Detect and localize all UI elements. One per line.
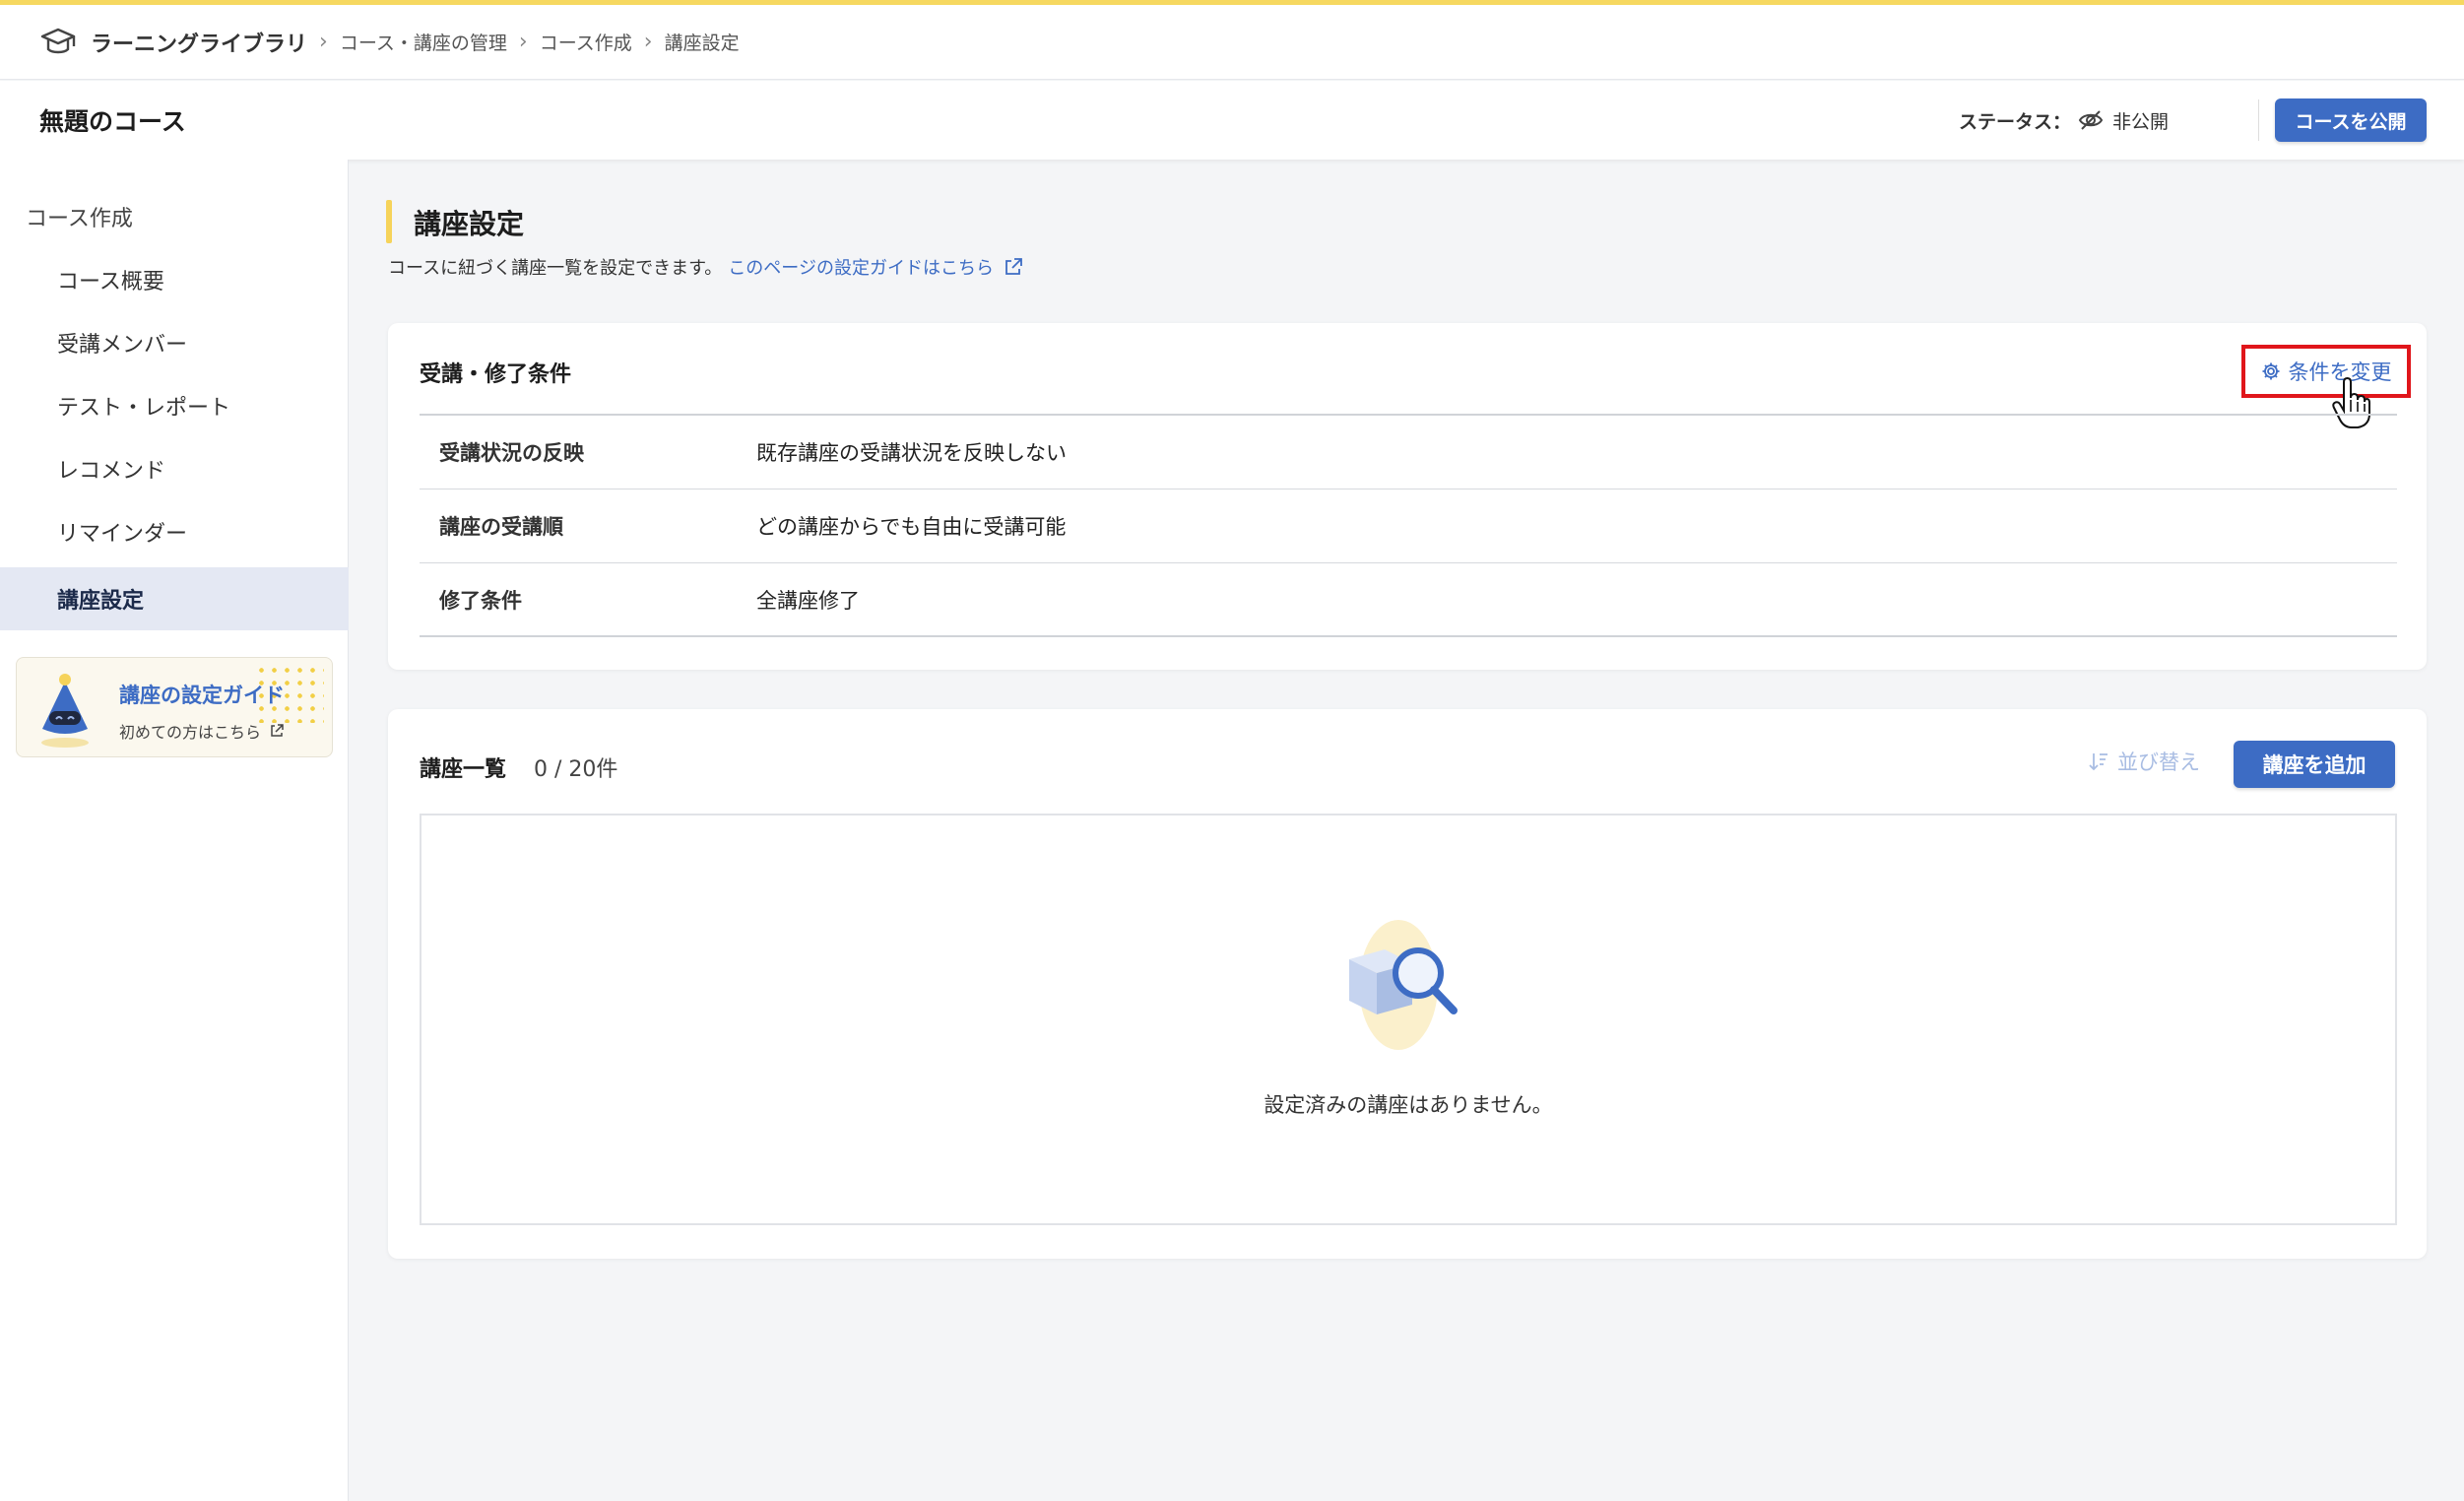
breadcrumb-item-management[interactable]: コース・講座の管理 <box>340 29 507 55</box>
breadcrumb-root[interactable]: ラーニングライブラリ <box>91 27 307 58</box>
guide-subtitle-row: 初めての方はこちら <box>119 719 285 743</box>
external-link-icon[interactable] <box>1004 257 1023 277</box>
status-indicator: ステータス： 非公開 <box>1959 100 2169 140</box>
sidebar-section-title: コース作成 <box>26 207 133 231</box>
condition-label: 講座の受講順 <box>439 515 563 539</box>
external-link-icon <box>271 724 284 737</box>
settings-guide-card[interactable]: 講座の設定ガイド 初めての方はこちら <box>16 657 333 757</box>
table-row: 受講状況の反映 既存講座の受講状況を反映しない <box>420 416 2397 489</box>
sort-label: 並び替え <box>2117 750 2200 774</box>
header-divider <box>2258 99 2259 141</box>
table-row: 講座の受講順 どの講座からでも自由に受講可能 <box>420 489 2397 563</box>
title-accent-bar <box>386 200 392 243</box>
condition-value: どの講座からでも自由に受講可能 <box>756 515 1067 539</box>
breadcrumb: ラーニングライブラリ › コース・講座の管理 › コース作成 › 講座設定 <box>0 5 2464 80</box>
lectures-card: 講座一覧 0 / 20件 並び替え 講座を追加 設定済みの講座はありません。 <box>388 709 2427 1259</box>
sidebar-item-recommend[interactable]: レコメンド <box>0 437 349 500</box>
add-lecture-button[interactable]: 講座を追加 <box>2234 741 2395 788</box>
sidebar-item-course-overview[interactable]: コース概要 <box>0 248 349 311</box>
sort-button[interactable]: 並び替え <box>2088 747 2200 776</box>
gear-icon <box>2262 362 2279 380</box>
breadcrumb-item-course-create[interactable]: コース作成 <box>540 29 632 55</box>
sidebar-item-members[interactable]: 受講メンバー <box>0 311 349 374</box>
course-title: 無題のコース <box>39 107 186 136</box>
conditions-card: 受講・修了条件 条件を変更 受講状況の反映 既存講座の受講状況を反映しない 講座… <box>388 323 2427 670</box>
conditions-title: 受講・修了条件 <box>420 362 572 387</box>
chevron-right-icon: › <box>319 30 328 54</box>
eye-off-icon <box>2078 110 2104 130</box>
chevron-right-icon: › <box>643 30 653 54</box>
status-value: 非公開 <box>2111 110 2169 133</box>
table-row: 修了条件 全講座修了 <box>420 563 2397 637</box>
lecture-count: 0 / 20件 <box>534 757 618 782</box>
condition-label: 修了条件 <box>439 588 522 613</box>
guide-subtitle: 初めての方はこちら <box>119 723 262 742</box>
publish-course-button[interactable]: コースを公開 <box>2275 98 2427 142</box>
condition-value: 既存講座の受講状況を反映しない <box>756 441 1067 465</box>
breadcrumb-item-current: 講座設定 <box>664 33 740 54</box>
lectures-title: 講座一覧 <box>420 757 507 782</box>
condition-label: 受講状況の反映 <box>439 441 584 465</box>
sidebar: コース作成 コース概要 受講メンバー テスト・レポート レコメンド リマインダー… <box>0 160 349 1501</box>
condition-value: 全講座修了 <box>756 588 860 613</box>
empty-state-text: 設定済みの講座はありません。 <box>1264 1093 1553 1117</box>
course-header: 無題のコース ステータス： 非公開 コースを公開 <box>0 81 2464 160</box>
change-conditions-button[interactable]: 条件を変更 <box>2241 345 2411 398</box>
empty-state: 設定済みの講座はありません。 <box>420 814 2397 1225</box>
chevron-right-icon: › <box>518 30 528 54</box>
empty-box-search-icon <box>1349 920 1458 1050</box>
conditions-table: 受講状況の反映 既存講座の受講状況を反映しない 講座の受講順 どの講座からでも自… <box>420 414 2397 637</box>
sidebar-item-test-report[interactable]: テスト・レポート <box>0 374 349 437</box>
mascot-icon <box>41 674 89 748</box>
page-description-row: コースに紐づく講座一覧を設定できます。 このページの設定ガイドはこちら <box>388 254 1023 280</box>
sidebar-item-reminder[interactable]: リマインダー <box>0 500 349 563</box>
guide-title: 講座の設定ガイド <box>119 684 285 707</box>
sort-icon <box>2089 753 2107 771</box>
sidebar-item-lecture-settings[interactable]: 講座設定 <box>0 567 349 630</box>
status-label: ステータス： <box>1958 110 2071 133</box>
page-title: 講座設定 <box>414 208 525 240</box>
graduation-cap-icon <box>40 28 76 53</box>
page-description: コースに紐づく講座一覧を設定できます。 <box>388 258 723 279</box>
guide-link[interactable]: このページの設定ガイドはこちら <box>728 254 994 280</box>
